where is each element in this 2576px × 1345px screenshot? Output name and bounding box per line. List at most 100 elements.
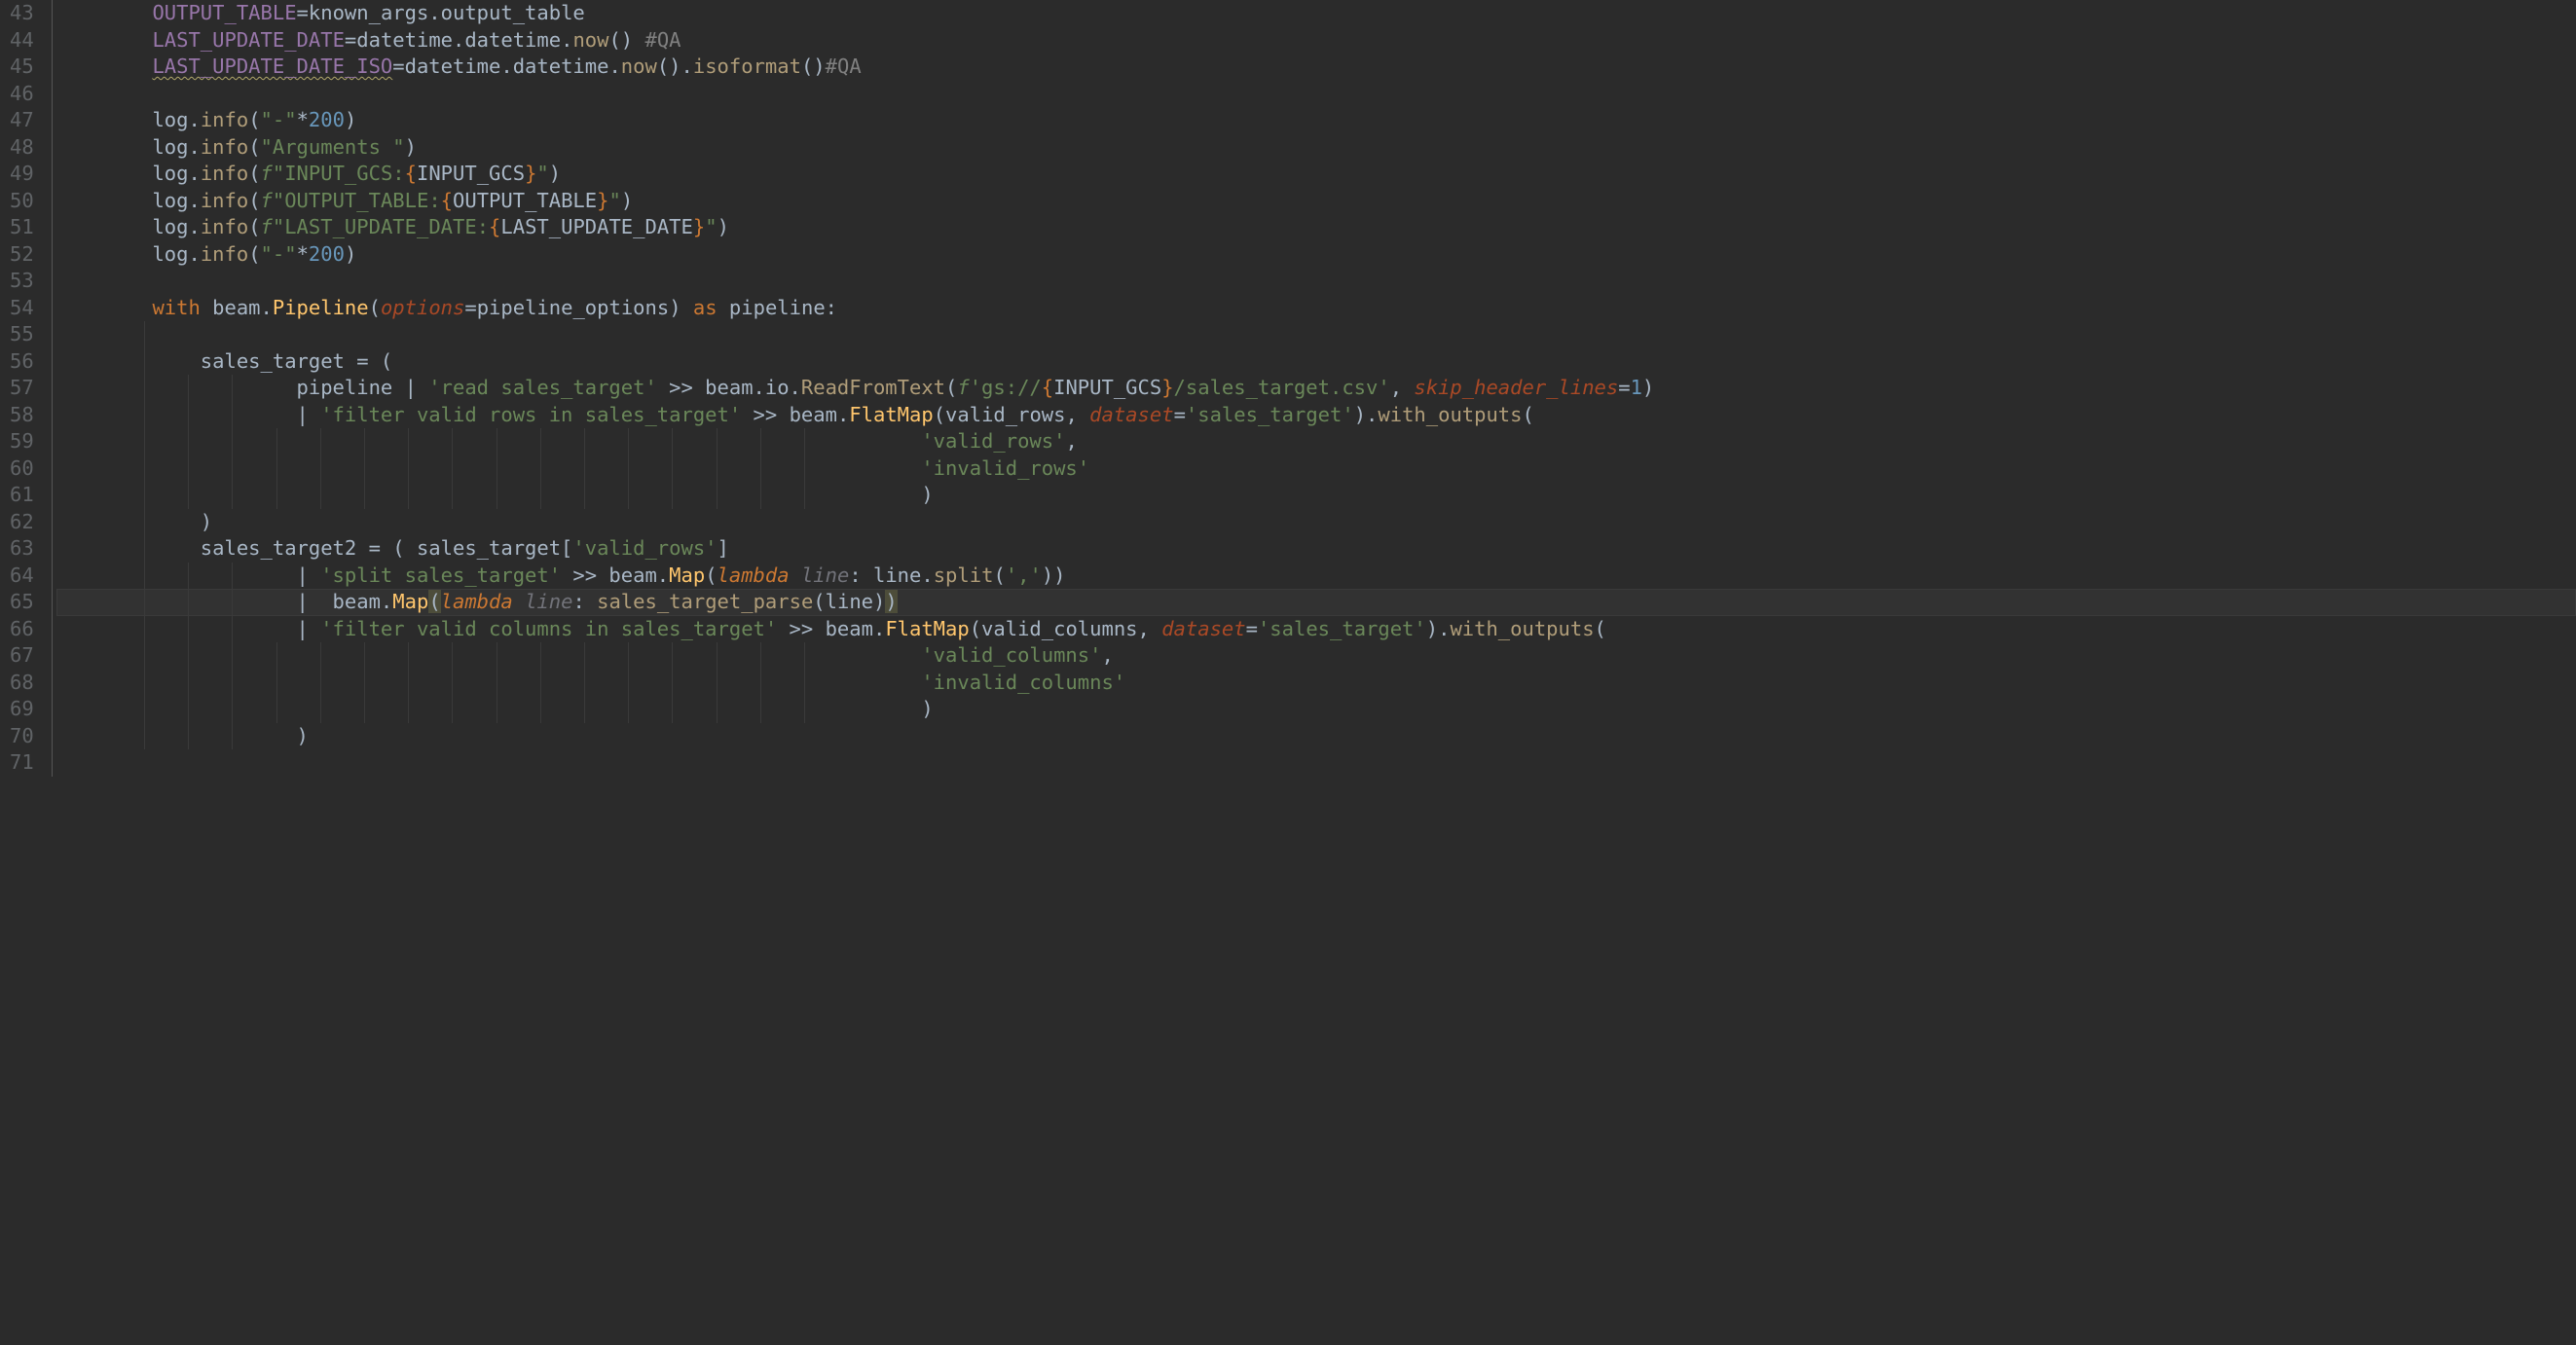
code-line[interactable]: ): [56, 696, 2576, 723]
token: ): [297, 724, 309, 747]
line-number: 45: [10, 54, 34, 81]
code-line[interactable]: | 'filter valid rows in sales_target' >>…: [56, 402, 2576, 429]
line-number: 56: [10, 348, 34, 376]
code-line[interactable]: OUTPUT_TABLE=known_args.output_table: [56, 0, 2576, 27]
token: LAST_UPDATE_DATE: [152, 28, 344, 52]
code-line[interactable]: ): [56, 482, 2576, 509]
line-content: ): [56, 697, 934, 720]
token: f: [261, 189, 273, 212]
code-line[interactable]: sales_target2 = ( sales_target['valid_ro…: [56, 535, 2576, 563]
token: ": [705, 215, 717, 238]
code-line[interactable]: 'invalid_columns': [56, 670, 2576, 697]
token: ): [885, 590, 897, 613]
code-line[interactable]: | 'split sales_target' >> beam.Map(lambd…: [56, 563, 2576, 590]
token: }: [1161, 376, 1173, 399]
line-content: ): [56, 483, 934, 506]
token: {: [1042, 376, 1053, 399]
code-line[interactable]: 'invalid_rows': [56, 455, 2576, 483]
code-line[interactable]: log.info(f"OUTPUT_TABLE:{OUTPUT_TABLE}"): [56, 188, 2576, 215]
code-line[interactable]: with beam.Pipeline(options=pipeline_opti…: [56, 295, 2576, 322]
token: pipeline_options): [477, 296, 693, 319]
token: datetime.datetime.: [356, 28, 572, 52]
token: >> beam.: [561, 563, 669, 587]
token: log.: [152, 215, 200, 238]
code-line[interactable]: ): [56, 723, 2576, 750]
token: options: [381, 296, 464, 319]
token: info: [201, 189, 248, 212]
token: ): [405, 135, 417, 159]
token: 'invalid_columns': [921, 671, 1125, 694]
line-number: 55: [10, 321, 34, 348]
token: f: [261, 162, 273, 185]
token: (: [945, 376, 957, 399]
token: )): [1042, 563, 1066, 587]
line-content: log.info("-"*200): [56, 242, 357, 266]
token: known_args.output_table: [309, 1, 585, 24]
line-number: 71: [10, 749, 34, 777]
code-line[interactable]: log.info(f"INPUT_GCS:{INPUT_GCS}"): [56, 161, 2576, 188]
code-line[interactable]: [56, 321, 2576, 348]
token: 'filter valid rows in sales_target': [320, 403, 741, 426]
line-content: ): [56, 724, 309, 747]
token: ,: [1065, 429, 1077, 453]
line-number: 70: [10, 723, 34, 750]
token: ().: [657, 55, 693, 78]
code-line[interactable]: | beam.Map(lambda line: sales_target_par…: [56, 589, 2576, 616]
token: (: [1523, 403, 1534, 426]
line-content: sales_target = (: [56, 349, 393, 373]
token: log.: [152, 162, 200, 185]
token: pipeline:: [718, 296, 837, 319]
code-line[interactable]: pipeline | 'read sales_target' >> beam.i…: [56, 375, 2576, 402]
code-editor[interactable]: 4344454647484950515253545556575859606162…: [0, 0, 2576, 777]
line-number: 46: [10, 81, 34, 108]
code-area[interactable]: OUTPUT_TABLE=known_args.output_table LAS…: [53, 0, 2576, 777]
token: sales_target_parse: [597, 590, 813, 613]
code-line[interactable]: | 'filter valid columns in sales_target'…: [56, 616, 2576, 643]
line-number: 59: [10, 428, 34, 455]
line-number: 69: [10, 696, 34, 723]
line-content: | beam.Map(lambda line: sales_target_par…: [56, 590, 898, 613]
token: >> beam.io.: [657, 376, 801, 399]
token: ": [536, 162, 548, 185]
line-content: [56, 322, 153, 345]
token: ).: [1354, 403, 1379, 426]
code-line[interactable]: [56, 81, 2576, 108]
code-line[interactable]: sales_target = (: [56, 348, 2576, 376]
code-line[interactable]: ): [56, 509, 2576, 536]
code-line[interactable]: LAST_UPDATE_DATE=datetime.datetime.now()…: [56, 27, 2576, 55]
token: skip_header_lines: [1414, 376, 1618, 399]
code-line[interactable]: 'valid_rows',: [56, 428, 2576, 455]
token: ): [1642, 376, 1654, 399]
code-line[interactable]: log.info("-"*200): [56, 241, 2576, 269]
line-number: 67: [10, 642, 34, 670]
token: 'sales_target': [1258, 617, 1426, 640]
line-number: 52: [10, 241, 34, 269]
token: "OUTPUT_TABLE:: [273, 189, 441, 212]
code-line[interactable]: [56, 268, 2576, 295]
line-number: 49: [10, 161, 34, 188]
token: OUTPUT_TABLE: [453, 189, 597, 212]
token: #QA: [826, 55, 862, 78]
token: =: [464, 296, 476, 319]
token: =: [1174, 403, 1186, 426]
code-line[interactable]: log.info(f"LAST_UPDATE_DATE:{LAST_UPDATE…: [56, 214, 2576, 241]
code-line[interactable]: [56, 749, 2576, 777]
token: ',': [1006, 563, 1042, 587]
token: LAST_UPDATE_DATE_ISO: [152, 55, 392, 78]
code-line[interactable]: log.info("-"*200): [56, 107, 2576, 134]
token: #QA: [645, 28, 681, 52]
token: dataset: [1089, 403, 1173, 426]
token: (: [369, 296, 381, 319]
code-line[interactable]: LAST_UPDATE_DATE_ISO=datetime.datetime.n…: [56, 54, 2576, 81]
token: beam.: [201, 296, 273, 319]
token: FlatMap: [849, 403, 933, 426]
token: (line): [813, 590, 885, 613]
token: "-": [261, 242, 297, 266]
token: =: [1618, 376, 1630, 399]
line-content: log.info("Arguments "): [56, 135, 417, 159]
line-content: with beam.Pipeline(options=pipeline_opti…: [56, 296, 837, 319]
code-line[interactable]: log.info("Arguments "): [56, 134, 2576, 162]
token: "LAST_UPDATE_DATE:: [273, 215, 489, 238]
code-line[interactable]: 'valid_columns',: [56, 642, 2576, 670]
token: with_outputs: [1450, 617, 1594, 640]
